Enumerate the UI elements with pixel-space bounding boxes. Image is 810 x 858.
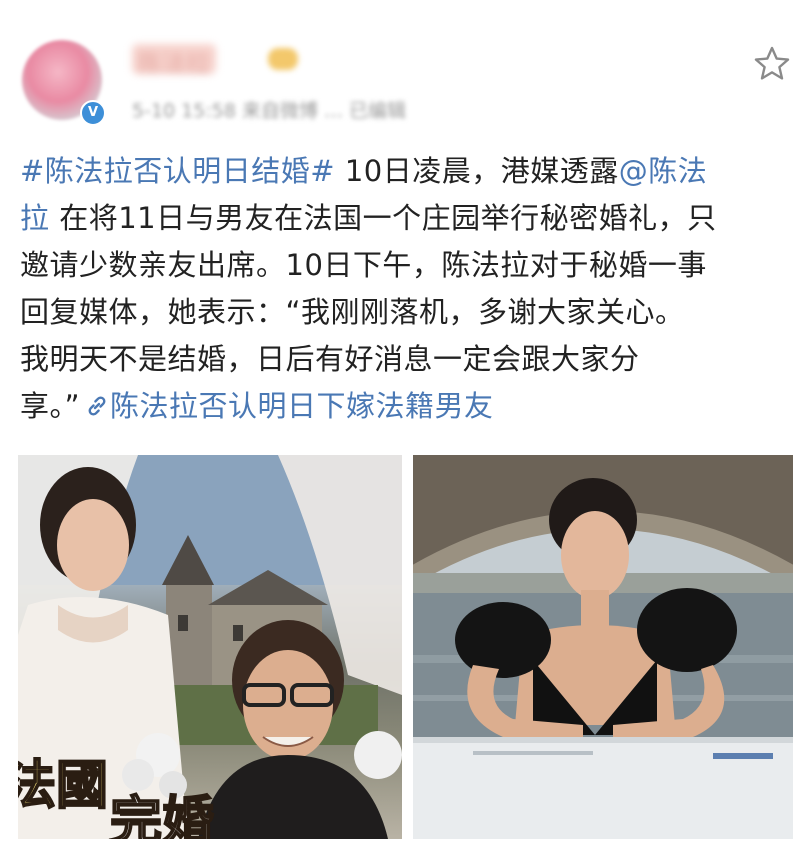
post-text-segment: 享。”	[20, 389, 81, 423]
star-icon[interactable]	[752, 44, 792, 84]
mention-link[interactable]: @陈法	[619, 154, 708, 188]
photo-wedding-collage[interactable]: 法國 完婚	[18, 455, 402, 839]
vip-badge	[268, 48, 298, 70]
link-icon[interactable]	[84, 393, 110, 419]
post-header: V 陈法拉 5-10 15:58 来自微博 … 已编辑	[0, 0, 810, 140]
mention-link-continued[interactable]: 拉	[20, 201, 50, 235]
post-meta: 5-10 15:58 来自微博 … 已编辑	[132, 100, 407, 122]
photo-caption-a: 法國	[18, 754, 109, 817]
user-name[interactable]: 陈法拉	[132, 44, 216, 78]
weibo-post: V 陈法拉 5-10 15:58 来自微博 … 已编辑 #陈法拉否认明日结婚# …	[0, 0, 810, 858]
post-text-segment: 在将11日与男友在法国一个庄园举行秘密婚礼，只	[49, 201, 717, 235]
post-line: 拉 在将11日与男友在法国一个庄园举行秘密婚礼，只	[20, 195, 795, 242]
photo-boat-portrait[interactable]	[413, 455, 793, 839]
post-body: #陈法拉否认明日结婚# 10日凌晨，港媒透露@陈法 拉 在将11日与男友在法国一…	[20, 148, 795, 430]
post-line: 邀请少数亲友出席。10日下午，陈法拉对于秘婚一事	[20, 248, 707, 282]
article-link[interactable]: 陈法拉否认明日下嫁法籍男友	[110, 389, 494, 423]
topic-tag[interactable]: #陈法拉否认明日结婚#	[20, 154, 335, 188]
post-line: #陈法拉否认明日结婚# 10日凌晨，港媒透露@陈法	[20, 148, 795, 195]
post-text-segment: 10日凌晨，港媒透露	[335, 154, 619, 188]
photo-2-illustration	[413, 455, 793, 839]
post-line: 享。” 陈法拉否认明日下嫁法籍男友	[20, 383, 795, 430]
post-line: 我明天不是结婚，日后有好消息一定会跟大家分	[20, 342, 640, 376]
post-line: 回复媒体，她表示：“我刚刚落机，多谢大家关心。	[20, 295, 685, 329]
photo-caption-b: 完婚	[109, 790, 215, 839]
verified-badge: V	[80, 100, 106, 126]
